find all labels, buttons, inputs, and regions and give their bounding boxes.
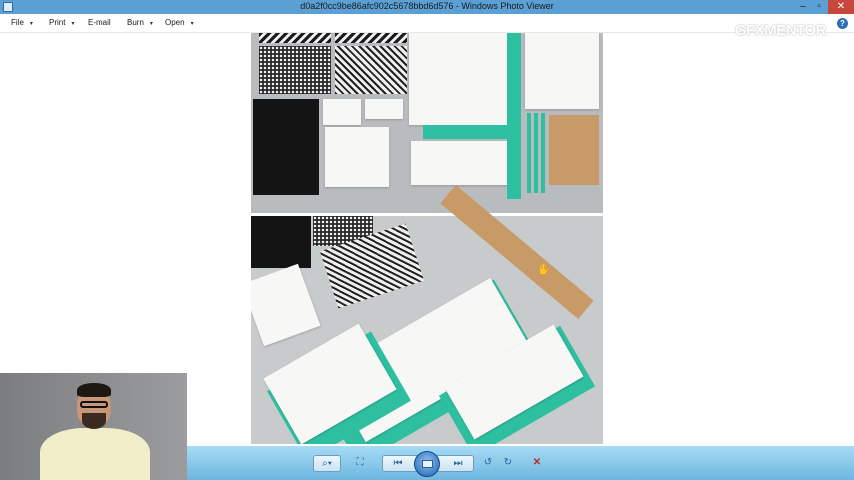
teal-folder-edge [507,139,521,199]
zigzag-pattern-card [335,33,407,43]
teal-pen [527,113,531,193]
teal-folder-edge [423,125,521,139]
zigzag-pattern-card [259,33,331,43]
window-title: d0a2f0cc9be86afc902c5678bbd6d576 - Windo… [300,1,554,11]
bottom-toolbar: ⌕▾ ⛶ ⏮ ⏭ ↺ ↻ ✕ [187,446,854,480]
business-card [365,99,403,119]
zoom-group: ⌕▾ [313,455,341,472]
fit-to-window-icon[interactable]: ⛶ [353,456,367,470]
presenter-glasses [80,401,108,408]
menu-open-label: Open [165,18,185,27]
kraft-envelope [549,115,599,185]
letterhead-sheet [525,33,599,109]
menu-file[interactable]: File ▾ [11,18,33,27]
letterhead-sheet [409,33,507,125]
presenter-beard [82,413,106,429]
previous-icon[interactable]: ⏮ [391,457,405,471]
chevron-down-icon: ▾ [71,21,75,27]
photo-top-stationery [251,33,603,213]
chevron-down-icon: ▾ [29,21,33,27]
menu-email-label: E-mail [88,18,111,27]
rotate-clockwise-icon[interactable]: ↻ [501,456,515,470]
hand-cursor-icon: ✋ [537,264,551,276]
menu-file-label: File [11,18,24,27]
zoom-icon[interactable]: ⌕▾ [315,457,339,471]
menu-burn-label: Burn [127,18,144,27]
close-button[interactable]: ✕ [828,0,854,14]
title-bar: d0a2f0cc9be86afc902c5678bbd6d576 - Windo… [0,0,854,14]
chevron-down-icon: ▾ [190,21,194,27]
presenter-body [40,428,150,480]
photo-viewer-window: d0a2f0cc9be86afc902c5678bbd6d576 - Windo… [0,0,854,480]
delete-icon[interactable]: ✕ [530,456,544,470]
teal-pen [541,113,545,193]
black-notebook [253,99,319,195]
menu-burn[interactable]: Burn ▾ [127,18,153,27]
menu-print[interactable]: Print ▾ [49,18,74,27]
maximize-button[interactable]: ▫ [812,0,826,14]
business-card [323,99,361,125]
black-notebook [251,216,311,268]
menu-bar: File ▾ Print ▾ E-mail Burn ▾ Open ▾ ? [0,14,854,33]
webcam-overlay [0,373,187,480]
presenter-hair [77,383,111,397]
minimize-button[interactable]: ‒ [796,0,810,14]
displayed-photo[interactable]: ✋ [251,33,603,444]
menu-email[interactable]: E-mail [88,18,111,27]
toolbar-background [187,446,854,480]
teal-pen [534,113,538,193]
menu-open[interactable]: Open ▾ [165,18,194,27]
envelope [411,141,507,185]
folded-card [251,263,321,347]
slideshow-icon [422,460,433,468]
wave-pattern-card [335,46,407,94]
chevron-down-icon: ▾ [149,21,153,27]
menu-print-label: Print [49,18,66,27]
next-icon[interactable]: ⏭ [451,457,465,471]
dotted-pattern-card [259,46,331,94]
photo-bottom-stationery [251,184,603,444]
folded-card [325,127,389,187]
slideshow-button[interactable] [414,451,440,477]
rotate-counterclockwise-icon[interactable]: ↺ [481,456,495,470]
teal-folder-edge [507,33,521,139]
help-icon[interactable]: ? [837,18,848,29]
watermark-logo: GFXMENTOR [734,22,827,39]
